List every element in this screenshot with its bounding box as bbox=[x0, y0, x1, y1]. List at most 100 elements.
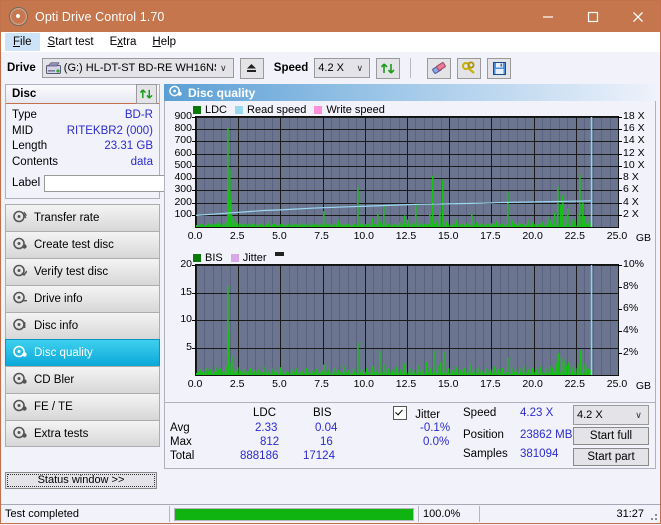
speed-value: 4.2 X bbox=[318, 62, 344, 74]
maximize-button[interactable] bbox=[570, 1, 615, 32]
disc-contents-value: data bbox=[130, 155, 153, 168]
sidebar-item-disc-info[interactable]: Disc info bbox=[5, 312, 160, 339]
plot-bis-ytick: 20 bbox=[180, 258, 192, 270]
sidebar-item-transfer-rate[interactable]: Transfer rate bbox=[5, 204, 160, 231]
stats-speed-value: 4.23 X bbox=[520, 407, 554, 419]
stats-row-avg-bis: 0.04 bbox=[315, 422, 338, 434]
ldc-plot-area[interactable]: 100 200 300 400 500 600 700 800 900 2 X4 X6 X8 X1… bbox=[174, 110, 645, 228]
disc-row-length: Length 23.31 GB bbox=[12, 139, 153, 155]
stats-row-avg-ldc: 2.33 bbox=[255, 422, 278, 434]
disc-refresh-button[interactable] bbox=[136, 84, 157, 104]
plot-bis-y2tick: 4% bbox=[623, 324, 639, 336]
sidebar-item-drive-info[interactable]: Drive info bbox=[5, 285, 160, 312]
sidebar-item-cd-bler[interactable]: CD Bler bbox=[5, 366, 160, 393]
plot-ldc-ytick: 700 bbox=[174, 134, 192, 147]
jitter-checkbox[interactable]: Jitter bbox=[393, 406, 440, 421]
disc-row-type: Type BD-R bbox=[12, 108, 153, 124]
disc-length-label: Length bbox=[12, 140, 48, 152]
sidebar-item-label: Drive info bbox=[34, 293, 83, 305]
plot-bis-y2tick-mark bbox=[618, 309, 622, 310]
plot-ldc-y2tick: 8 X bbox=[623, 171, 639, 184]
ldc-chart[interactable]: 100 200 300 400 500 600 700 800 900 2 X4 X6 X8 X1… bbox=[174, 110, 651, 244]
sidebar-item-label: CD Bler bbox=[34, 374, 75, 386]
plot-ldc-ytick-mark bbox=[192, 166, 196, 167]
ldc-x-unit: GB bbox=[635, 232, 651, 244]
plot-ldc-xtick: 12.5 bbox=[395, 230, 417, 242]
plot-ldc-y2tick: 2 X bbox=[623, 207, 639, 220]
menu-start-test[interactable]: Start test bbox=[40, 33, 102, 51]
sidebar-item-create-test-disc[interactable]: Create test disc bbox=[5, 231, 160, 258]
erase-button[interactable] bbox=[427, 57, 452, 79]
plot-ldc-ytick-mark bbox=[192, 190, 196, 191]
stats-row-total-ldc: 888186 bbox=[240, 450, 279, 462]
stats-row-max-name: Max bbox=[170, 436, 192, 448]
plot-bis-ytick-mark bbox=[192, 348, 196, 349]
start-full-button[interactable]: Start full bbox=[573, 427, 649, 445]
refresh-button[interactable] bbox=[376, 57, 401, 79]
disc-mid-value: RITEKBR2 (000) bbox=[66, 124, 153, 137]
plot-ldc-y2tick: 16 X bbox=[623, 122, 645, 135]
speed-select[interactable]: 4.2 X ∨ bbox=[314, 58, 371, 78]
sidebar-item-fe-te[interactable]: FE / TE bbox=[5, 393, 160, 420]
save-button[interactable] bbox=[487, 57, 512, 79]
fe-te-icon bbox=[13, 399, 27, 415]
plot-bis-xtick: 5.0 bbox=[272, 378, 287, 390]
status-window-label: Status window >> bbox=[37, 474, 125, 486]
sidebar-item-extra-tests[interactable]: Extra tests bbox=[5, 420, 160, 447]
disc-contents-label: Contents bbox=[12, 155, 59, 168]
sidebar-item-verify-test-disc[interactable]: Verify test disc bbox=[5, 258, 160, 285]
plot-ldc-ytick: 400 bbox=[174, 171, 192, 184]
test-speed-select[interactable]: 4.2 X ∨ bbox=[573, 405, 649, 425]
ldc-x-axis: 0.0 2.5 5.0 7.5 10.0 12.5 15.0 17.5 20.0 22.5 25.0 bbox=[188, 229, 628, 244]
bis-chart[interactable]: 5 10 15 20 2% 4% 6% 8% 10% 0.0 2.5 5.0 7.5 10.0 12.5 1… bbox=[180, 258, 651, 392]
cd-bler-icon bbox=[13, 372, 27, 388]
elapsed-time: 31:27 bbox=[616, 508, 644, 520]
menu-help[interactable]: Help bbox=[144, 33, 184, 51]
legend-label-bis: BIS bbox=[205, 251, 223, 264]
tools-button[interactable] bbox=[457, 57, 482, 79]
start-part-button[interactable]: Start part bbox=[573, 448, 649, 466]
plot-ldc-xtick: 20.0 bbox=[522, 230, 543, 242]
bis-plot-area[interactable]: 5 10 15 20 2% 4% 6% 8% 10% bbox=[180, 258, 644, 376]
disc-row-mid: MID RITEKBR2 (000) bbox=[12, 124, 153, 140]
plot-ldc-y2tick-mark bbox=[618, 117, 622, 118]
plot-bis-xtick: 0.0 bbox=[187, 378, 203, 390]
resize-grip[interactable] bbox=[647, 510, 659, 522]
drive-select[interactable]: (G:) HL-DT-ST BD-RE WH16NS48 1.D3 ∨ bbox=[41, 58, 234, 78]
plot-ldc-y2tick-mark bbox=[618, 166, 622, 167]
plot-ldc-ytick-mark bbox=[192, 178, 196, 179]
stats-row-avg-name: Avg bbox=[170, 422, 190, 434]
toolbar-divider bbox=[410, 58, 412, 78]
drive-label: Drive bbox=[7, 62, 36, 74]
plot-bis-ytick-mark bbox=[192, 265, 196, 266]
legend-swatch-read-speed bbox=[235, 105, 244, 114]
window-title: Opti Drive Control 1.70 bbox=[35, 9, 165, 24]
plot-bis-xtick: 17.5 bbox=[480, 378, 501, 390]
plot-bis-xtick: 12.5 bbox=[395, 378, 417, 390]
jitter-checkbox-box[interactable] bbox=[393, 406, 407, 420]
plot-ldc-ytick: 900 bbox=[174, 110, 192, 122]
plot-ldc-ytick-mark bbox=[192, 129, 196, 130]
disc-label-label: Label bbox=[12, 177, 41, 189]
plot-ldc-y2tick-mark bbox=[618, 178, 622, 179]
menu-file[interactable]: FFileile bbox=[5, 33, 40, 51]
plot-ldc-xtick: 17.5 bbox=[480, 230, 501, 242]
plot-ldc-xtick: 0.0 bbox=[187, 230, 203, 242]
bottom-bar: Status window >> bbox=[1, 469, 660, 491]
plot-bis-xtick: 2.5 bbox=[229, 378, 245, 390]
stats-col-bis: BIS bbox=[313, 407, 332, 419]
stats-panel: LDC BIS Jitter Avg 2.33 0.04 -0.1% Max 8… bbox=[164, 403, 656, 469]
plot-bis-ytick: 5 bbox=[186, 340, 192, 353]
stats-row-avg-jitter: -0.1% bbox=[420, 422, 451, 434]
window-controls bbox=[525, 1, 660, 32]
menu-extra[interactable]: Extra bbox=[102, 33, 145, 51]
close-button[interactable] bbox=[615, 1, 660, 32]
status-window-button[interactable]: Status window >> bbox=[5, 471, 157, 489]
plot-bis-xtick: 25.0 bbox=[606, 378, 628, 390]
eject-button[interactable] bbox=[239, 57, 264, 79]
title-bar: Opti Drive Control 1.70 bbox=[1, 1, 660, 32]
sidebar-item-disc-quality[interactable]: Disc quality bbox=[5, 339, 160, 366]
sidebar-item-label: FE / TE bbox=[34, 401, 73, 413]
plot-ldc-ytick: 200 bbox=[174, 195, 192, 208]
minimize-button[interactable] bbox=[525, 1, 570, 32]
